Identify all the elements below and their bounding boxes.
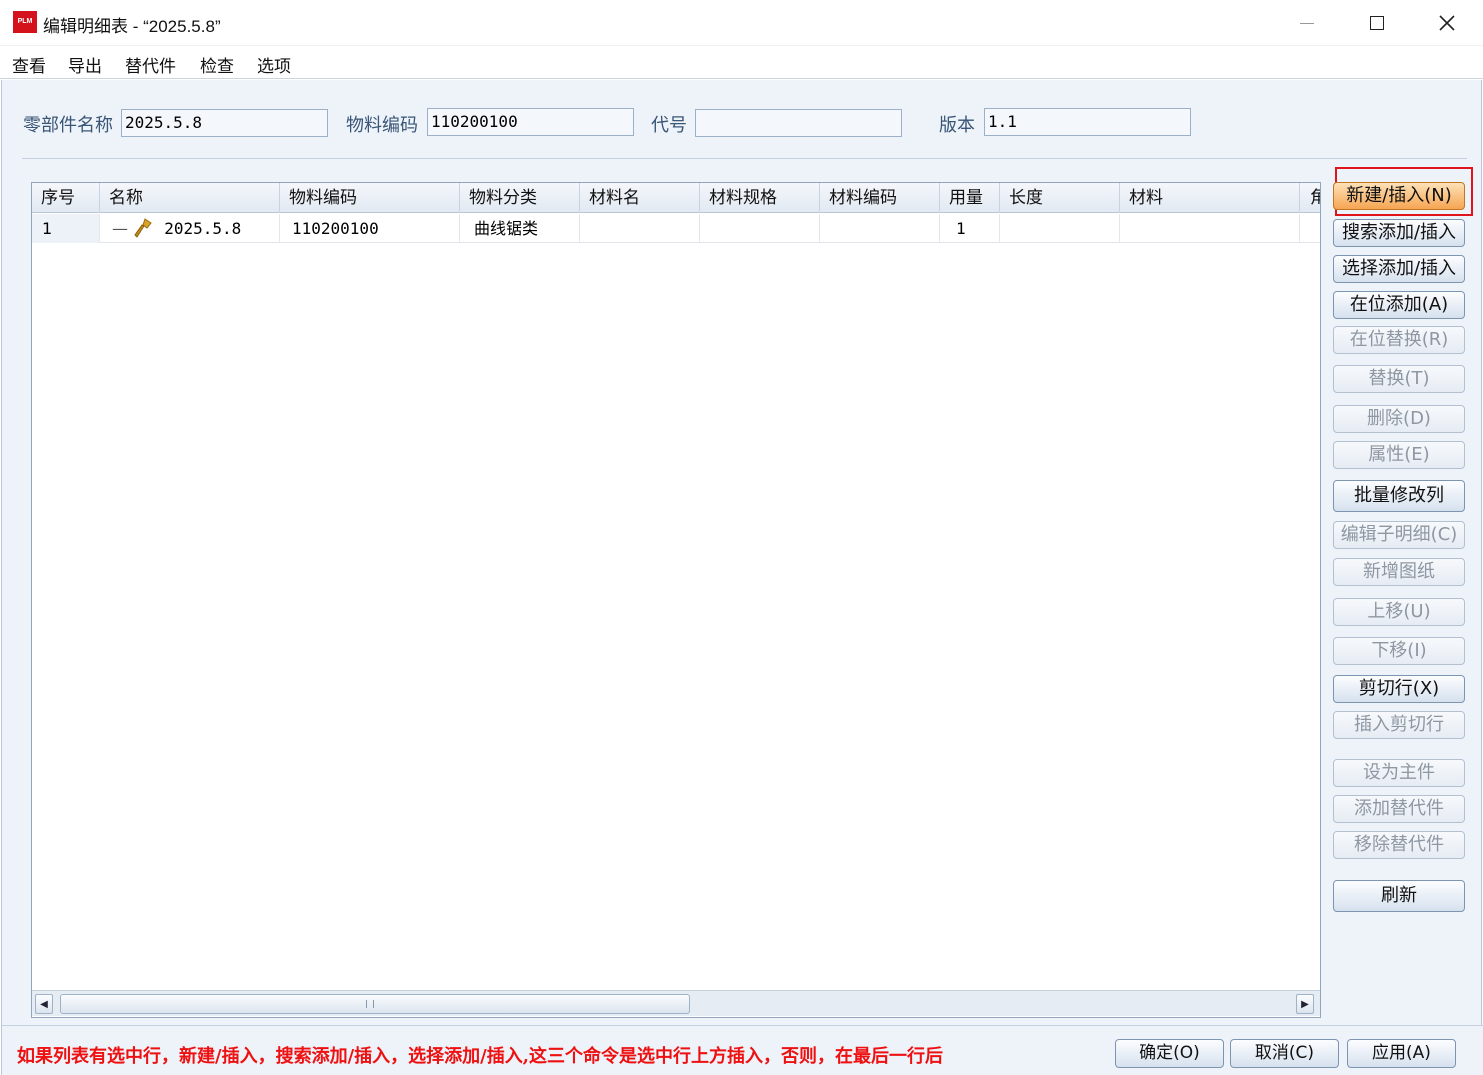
batch-edit-button[interactable]: 批量修改列 <box>1333 480 1465 512</box>
cell-material-name <box>580 214 700 243</box>
delete-button[interactable]: 删除(D) <box>1333 405 1465 433</box>
close-icon <box>1439 15 1455 31</box>
bom-table[interactable]: 序号 名称 物料编码 物料分类 材料名 材料规格 材料编码 用量 长度 材料 角… <box>31 182 1321 1018</box>
menu-check[interactable]: 检查 <box>200 50 234 79</box>
cut-row-button[interactable]: 剪切行(X) <box>1333 675 1465 703</box>
cell-material-no <box>820 214 940 243</box>
edit-sub-detail-button[interactable]: 编辑子明细(C) <box>1333 521 1465 549</box>
table-row[interactable]: 1 — 2025.5.8 110200100 曲线锯类 1 <box>32 214 1320 243</box>
menu-view[interactable]: 查看 <box>12 50 46 79</box>
search-add-button[interactable]: 搜索添加/插入 <box>1333 219 1465 247</box>
cell-material <box>1120 214 1300 243</box>
menu-substitute[interactable]: 替代件 <box>125 50 176 79</box>
row-name: 2025.5.8 <box>164 219 242 238</box>
inplace-replace-button[interactable]: 在位替换(R) <box>1333 326 1465 354</box>
scroll-right-button[interactable]: ▶ <box>1296 994 1314 1014</box>
apply-button[interactable]: 应用(A) <box>1347 1039 1456 1068</box>
col-material-name[interactable]: 材料名 <box>580 183 700 213</box>
dialog-body: 零部件名称 2025.5.8 物料编码 110200100 代号 版本 1.1 … <box>1 80 1483 1075</box>
bottom-bar: 如果列表有选中行，新建/插入，搜索添加/插入，选择添加/插入,这三个命令是选中行… <box>2 1025 1483 1075</box>
scroll-thumb[interactable] <box>60 994 690 1014</box>
col-name[interactable]: 名称 <box>100 183 280 213</box>
hint-text: 如果列表有选中行，新建/插入，搜索添加/插入，选择添加/插入,这三个命令是选中行… <box>17 1046 943 1067</box>
maximize-icon <box>1370 16 1384 30</box>
cell-seq: 1 <box>32 214 100 243</box>
remove-substitute-button[interactable]: 移除替代件 <box>1333 831 1465 859</box>
horizontal-scrollbar[interactable]: ◀ ▶ <box>32 990 1320 1016</box>
add-substitute-button[interactable]: 添加替代件 <box>1333 795 1465 823</box>
move-up-button[interactable]: 上移(U) <box>1333 598 1465 626</box>
col-qty[interactable]: 用量 <box>940 183 1000 213</box>
close-button[interactable] <box>1412 0 1482 46</box>
table-header: 序号 名称 物料编码 物料分类 材料名 材料规格 材料编码 用量 长度 材料 角 <box>32 183 1320 213</box>
tree-line: — <box>112 219 128 238</box>
material-code-label: 物料编码 <box>346 115 418 136</box>
select-add-button[interactable]: 选择添加/插入 <box>1333 255 1465 283</box>
cell-qty: 1 <box>940 214 1000 243</box>
move-down-button[interactable]: 下移(I) <box>1333 637 1465 665</box>
cell-length <box>1000 214 1120 243</box>
cell-category: 曲线锯类 <box>460 214 580 243</box>
new-drawing-button[interactable]: 新增图纸 <box>1333 558 1465 586</box>
code-label: 代号 <box>651 115 687 136</box>
col-material-no[interactable]: 材料编码 <box>820 183 940 213</box>
version-field[interactable]: 1.1 <box>984 108 1191 136</box>
set-main-button[interactable]: 设为主件 <box>1333 759 1465 787</box>
divider <box>22 158 1467 159</box>
refresh-button[interactable]: 刷新 <box>1333 880 1465 912</box>
col-angle[interactable]: 角 <box>1300 183 1320 213</box>
plm-logo-icon: PLM <box>13 11 37 33</box>
new-insert-button[interactable]: 新建/插入(N) <box>1333 182 1465 210</box>
cancel-button[interactable]: 取消(C) <box>1230 1039 1339 1068</box>
code-field[interactable] <box>695 109 902 137</box>
menu-bar: 查看 导出 替代件 检查 选项 <box>0 46 1483 79</box>
col-length[interactable]: 长度 <box>1000 183 1120 213</box>
col-seq[interactable]: 序号 <box>32 183 100 213</box>
menu-options[interactable]: 选项 <box>257 50 291 79</box>
inplace-add-button[interactable]: 在位添加(A) <box>1333 291 1465 319</box>
properties-button[interactable]: 属性(E) <box>1333 441 1465 469</box>
window-title: 编辑明细表 - “2025.5.8” <box>43 17 221 36</box>
col-material-spec[interactable]: 材料规格 <box>700 183 820 213</box>
col-category[interactable]: 物料分类 <box>460 183 580 213</box>
part-name-field[interactable]: 2025.5.8 <box>121 109 328 137</box>
menu-export[interactable]: 导出 <box>68 50 102 79</box>
cell-name: — 2025.5.8 <box>100 214 280 243</box>
ok-button[interactable]: 确定(O) <box>1115 1039 1224 1068</box>
replace-button[interactable]: 替换(T) <box>1333 365 1465 393</box>
cell-material-code: 110200100 <box>280 214 460 243</box>
cell-material-spec <box>700 214 820 243</box>
title-bar: PLM 编辑明细表 - “2025.5.8” <box>0 0 1483 46</box>
part-icon <box>134 218 152 238</box>
material-code-field[interactable]: 110200100 <box>427 108 634 136</box>
insert-cut-row-button[interactable]: 插入剪切行 <box>1333 711 1465 739</box>
grip-icon <box>366 1000 374 1008</box>
col-material-code[interactable]: 物料编码 <box>280 183 460 213</box>
maximize-button[interactable] <box>1342 0 1412 46</box>
minimize-button[interactable] <box>1272 0 1342 46</box>
minimize-icon <box>1300 22 1314 24</box>
col-material[interactable]: 材料 <box>1120 183 1300 213</box>
part-name-label: 零部件名称 <box>23 115 113 136</box>
version-label: 版本 <box>939 115 975 136</box>
scroll-left-button[interactable]: ◀ <box>35 994 53 1014</box>
